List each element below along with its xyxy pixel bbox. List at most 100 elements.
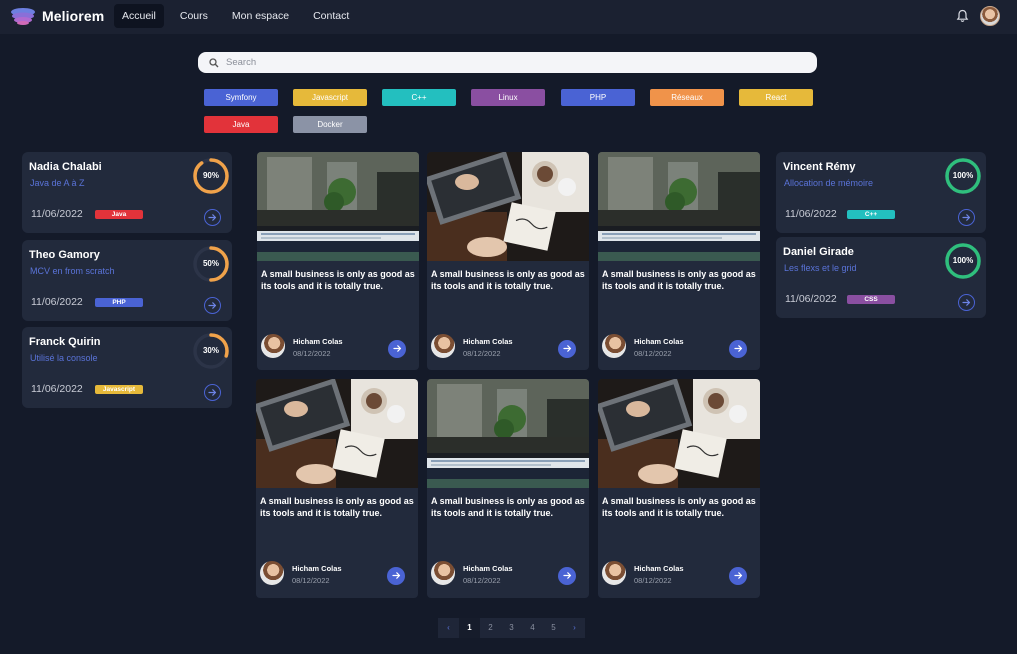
course-name[interactable]: Utilisé la console [30,353,98,363]
card-date: 11/06/2022 [31,383,83,395]
article-title[interactable]: A small business is only as good as its … [431,495,587,519]
open-course-button[interactable] [958,294,975,311]
progress-label: 100% [952,256,974,265]
pagination-page-1[interactable]: 1 [459,618,480,638]
tag-filter-button[interactable]: Réseaux [650,89,724,106]
article-image [598,379,760,488]
tag-filter-button[interactable]: Java [204,116,278,133]
progress-ring: 30% [192,332,230,370]
pagination-page-4[interactable]: 4 [522,618,543,638]
author-avatar [260,561,284,585]
tag-filter-button[interactable]: PHP [561,89,635,106]
card-date: 11/06/2022 [31,208,83,220]
arrow-right-icon [208,384,217,402]
student-name: Vincent Rémy [783,161,856,173]
read-article-button[interactable] [558,340,576,358]
course-name[interactable]: Allocation de mémoire [784,178,873,188]
pagination-next-button[interactable]: › [564,618,585,638]
progress-ring: 50% [192,245,230,283]
notification-bell-icon[interactable] [956,9,969,28]
pagination-page-2[interactable]: 2 [480,618,501,638]
article-date: 08/12/2022 [634,349,672,358]
language-badge: C++ [847,210,895,219]
article-title[interactable]: A small business is only as good as its … [431,268,587,292]
pagination-page-5[interactable]: 5 [543,618,564,638]
author-name: Hicham Colas [463,564,513,573]
language-badge: Java [95,210,143,219]
article-date: 08/12/2022 [292,576,330,585]
article-card[interactable]: A small business is only as good as its … [257,152,419,370]
read-article-button[interactable] [558,567,576,585]
pagination-prev-button[interactable]: ‹ [438,618,459,638]
tag-filter-button[interactable]: React [739,89,813,106]
pagination: ‹ 1 2 3 4 5 › [438,618,585,638]
brand-logo[interactable]: Meliorem [10,6,104,26]
tag-filter-button[interactable]: Linux [471,89,545,106]
article-title[interactable]: A small business is only as good as its … [602,268,758,292]
card-date: 11/06/2022 [785,208,837,220]
arrow-right-icon [562,340,572,358]
student-name: Daniel Girade [783,246,854,258]
progress-ring: 90% [192,157,230,195]
nav-link-cours[interactable]: Cours [172,4,216,28]
logo-icon [11,8,35,25]
tag-filter-button[interactable]: Docker [293,116,367,133]
article-image [427,379,589,488]
article-title[interactable]: A small business is only as good as its … [602,495,758,519]
author-avatar [431,334,455,358]
progress-label: 100% [952,171,974,180]
progress-label: 30% [202,346,219,355]
read-article-button[interactable] [387,567,405,585]
article-image [257,152,419,261]
progress-label: 90% [202,171,219,180]
progress-ring: 100% [944,242,982,280]
author-name: Hicham Colas [292,564,342,573]
article-card[interactable]: A small business is only as good as its … [256,379,418,598]
author-avatar [431,561,455,585]
article-card[interactable]: A small business is only as good as its … [427,379,589,598]
read-article-button[interactable] [729,340,747,358]
search-icon [209,57,219,67]
progress-label: 50% [202,259,219,268]
card-date: 11/06/2022 [31,296,83,308]
article-title[interactable]: A small business is only as good as its … [261,268,417,292]
arrow-right-icon [392,340,402,358]
arrow-right-icon [962,294,971,312]
nav-link-accueil[interactable]: Accueil [114,4,164,28]
nav-link-contact[interactable]: Contact [305,4,357,28]
arrow-right-icon [962,209,971,227]
course-progress-card: Daniel Girade Les flexs et le grid 11/06/2… [776,237,986,318]
top-navbar: Meliorem Accueil Cours Mon espace Contac… [0,0,1017,34]
search-bar [198,52,817,73]
language-badge: Javascript [95,385,143,394]
author-avatar [602,334,626,358]
open-course-button[interactable] [204,297,221,314]
article-card[interactable]: A small business is only as good as its … [598,152,760,370]
user-avatar[interactable] [980,6,1000,26]
tag-filter-button[interactable]: C++ [382,89,456,106]
pagination-page-3[interactable]: 3 [501,618,522,638]
author-name: Hicham Colas [463,337,513,346]
article-title[interactable]: A small business is only as good as its … [260,495,416,519]
course-name[interactable]: MCV en from scratch [30,266,115,276]
course-progress-card: Vincent Rémy Allocation de mémoire 11/06/2… [776,152,986,233]
search-input[interactable] [226,57,786,68]
read-article-button[interactable] [729,567,747,585]
course-progress-card: Nadia Chalabi Java de A à Z 11/06/2022 Java… [22,152,232,233]
article-card[interactable]: A small business is only as good as its … [427,152,589,370]
nav-link-mon-espace[interactable]: Mon espace [224,4,297,28]
course-name[interactable]: Les flexs et le grid [784,263,857,273]
course-name[interactable]: Java de A à Z [30,178,85,188]
author-name: Hicham Colas [634,564,684,573]
read-article-button[interactable] [388,340,406,358]
article-card[interactable]: A small business is only as good as its … [598,379,760,598]
course-progress-card: Franck Quirin Utilisé la console 11/06/202… [22,327,232,408]
card-date: 11/06/2022 [785,293,837,305]
tag-filter-button[interactable]: Symfony [204,89,278,106]
open-course-button[interactable] [204,384,221,401]
open-course-button[interactable] [958,209,975,226]
author-name: Hicham Colas [634,337,684,346]
language-badge: PHP [95,298,143,307]
open-course-button[interactable] [204,209,221,226]
tag-filter-button[interactable]: Javascript [293,89,367,106]
